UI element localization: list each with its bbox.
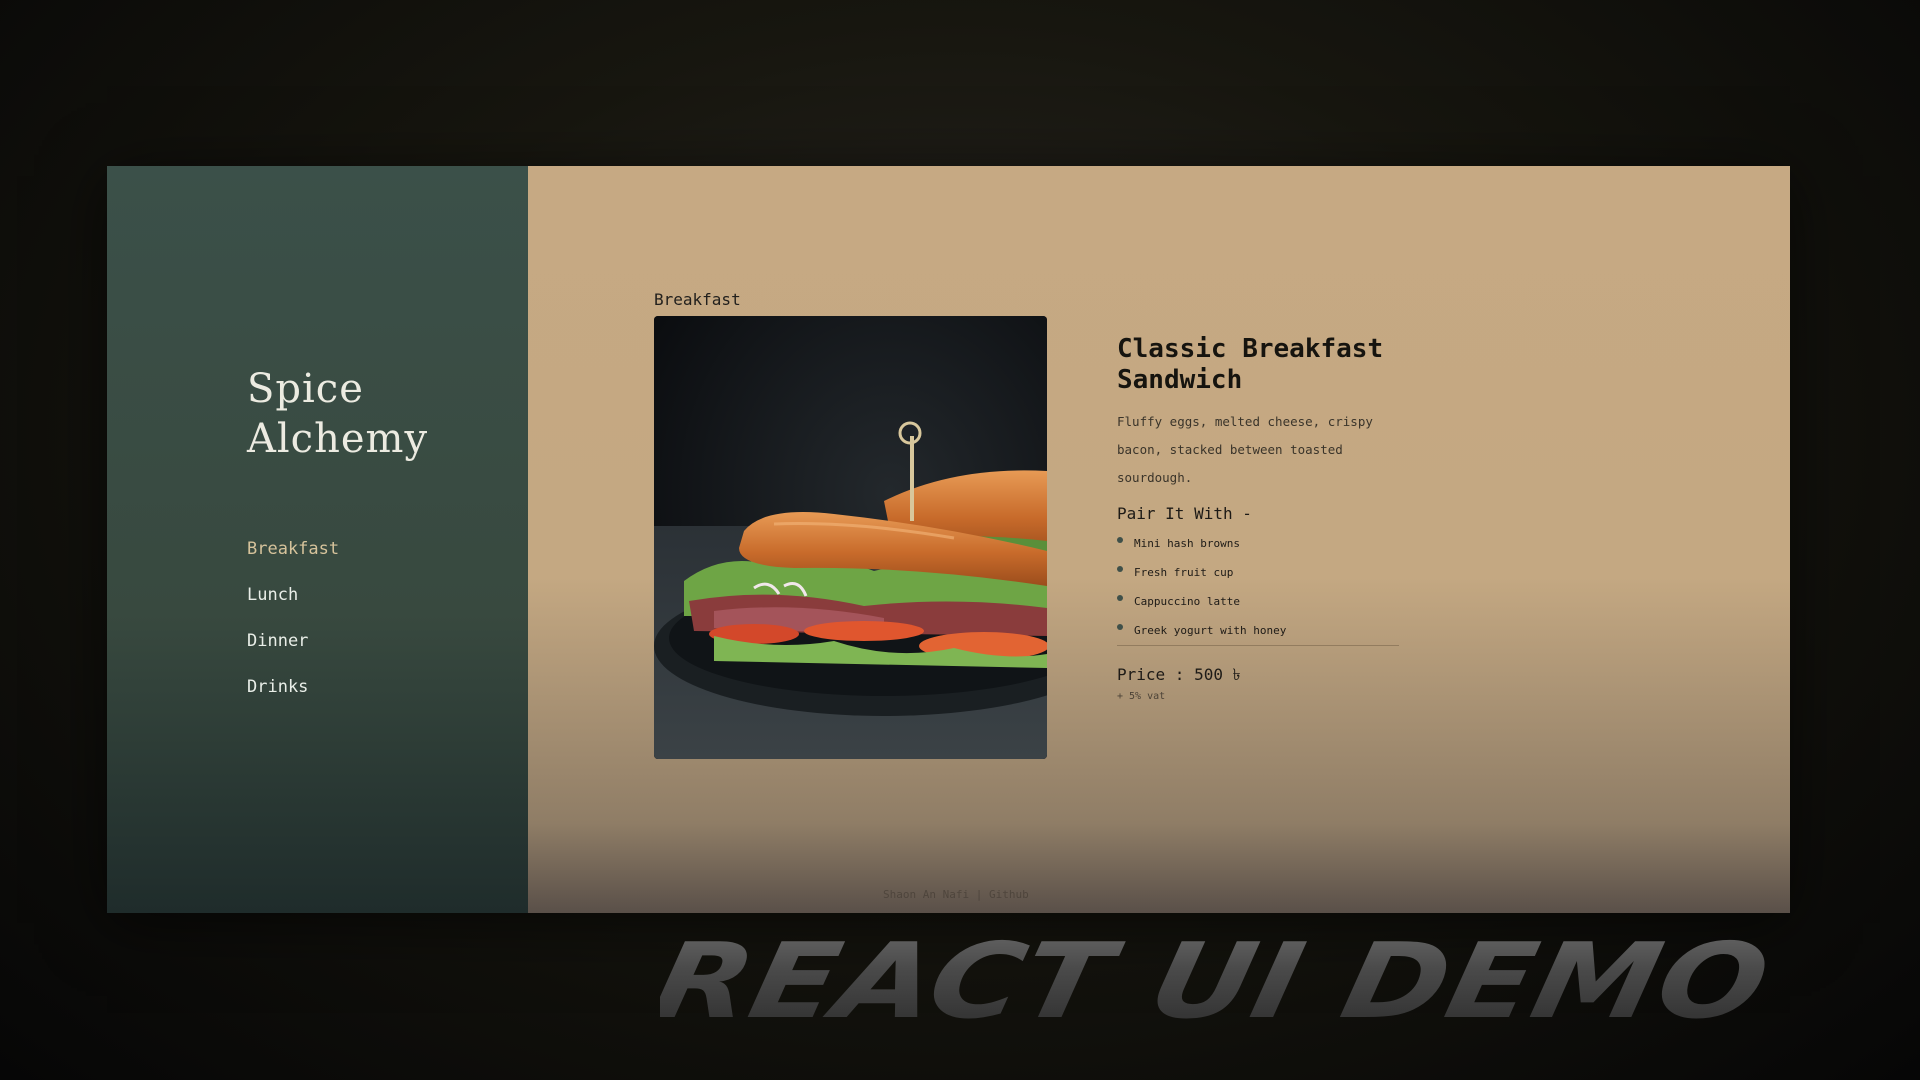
dish-details: Classic Breakfast Sandwich Fluffy eggs, … (1117, 334, 1417, 702)
dish-title: Classic Breakfast Sandwich (1117, 334, 1417, 396)
pairing-item: Cappuccino latte (1117, 587, 1417, 616)
nav-item-lunch[interactable]: Lunch (247, 583, 339, 629)
sandwich-illustration (654, 316, 1047, 759)
pairing-item: Fresh fruit cup (1117, 558, 1417, 587)
react-ui-demo-banner: REACT UI DEMO (660, 925, 1779, 1035)
bullet-icon (1117, 536, 1123, 543)
banner-text: REACT UI DEMO (660, 925, 1779, 1035)
nav-item-drinks[interactable]: Drinks (247, 675, 339, 721)
pairing-item-label: Greek yogurt with honey (1134, 623, 1287, 637)
pairing-list: Mini hash browns Fresh fruit cup Cappucc… (1117, 529, 1417, 645)
category-label: Breakfast (654, 290, 741, 309)
bullet-icon (1117, 565, 1123, 572)
pairing-heading: Pair It With - (1117, 504, 1252, 523)
price-label: Price : 500 ৳ (1117, 665, 1241, 684)
divider (1117, 645, 1399, 646)
nav-item-breakfast[interactable]: Breakfast (247, 537, 339, 583)
bullet-icon (1117, 594, 1123, 601)
footer: Shaon An Nafi | Github (528, 888, 1790, 901)
footer-separator: | (975, 888, 983, 901)
brand-logo: Spice Alchemy (247, 364, 428, 464)
pairing-item-label: Mini hash browns (1134, 536, 1240, 550)
menu-content: Breakfast Classic Breakfast Sandwich Flu… (528, 166, 1790, 913)
dish-title-line1: Classic Breakfast (1117, 334, 1384, 364)
bullet-icon (1117, 623, 1123, 630)
pairing-item: Mini hash browns (1117, 529, 1417, 558)
dish-description: Fluffy eggs, melted cheese, crispy bacon… (1117, 414, 1373, 485)
nav-item-dinner[interactable]: Dinner (247, 629, 339, 675)
vat-note: + 5% vat (1117, 691, 1166, 702)
category-nav: Breakfast Lunch Dinner Drinks (247, 537, 339, 721)
footer-author: Shaon An Nafi (883, 888, 970, 901)
brand-logo-line2: Alchemy (247, 416, 429, 462)
pairing-item-label: Fresh fruit cup (1134, 565, 1234, 579)
brand-logo-line1: Spice (247, 366, 364, 412)
pairing-item: Greek yogurt with honey (1117, 616, 1417, 645)
pairing-item-label: Cappuccino latte (1134, 594, 1240, 608)
app-window: Spice Alchemy Breakfast Lunch Dinner Dri… (107, 166, 1790, 913)
sandwich-photo (654, 316, 1047, 759)
sidebar: Spice Alchemy Breakfast Lunch Dinner Dri… (107, 166, 528, 913)
dish-title-line2: Sandwich (1117, 365, 1243, 395)
footer-github-link[interactable]: Github (989, 888, 1029, 901)
